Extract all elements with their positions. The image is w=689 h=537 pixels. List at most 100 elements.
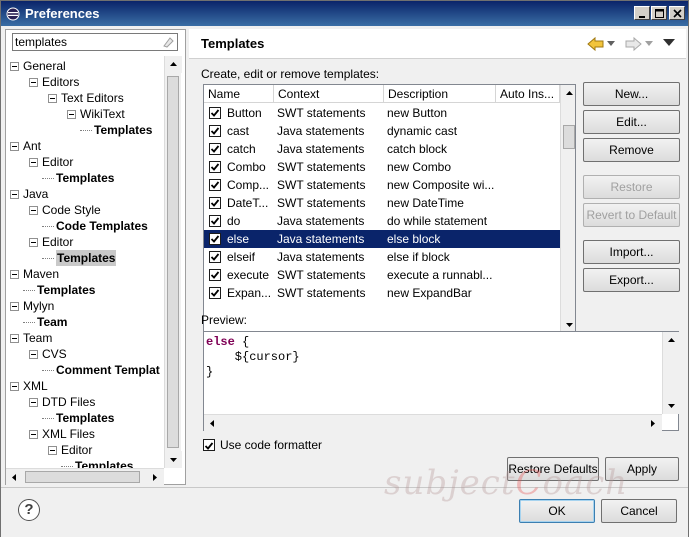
tree-collapse-toggle[interactable] bbox=[10, 190, 19, 199]
scroll-up-arrow[interactable] bbox=[663, 332, 680, 349]
table-row[interactable]: else Java statements else block bbox=[204, 230, 560, 248]
apply-button[interactable]: Apply bbox=[605, 457, 679, 481]
template-enabled-checkbox[interactable] bbox=[209, 215, 221, 227]
table-row[interactable]: Expan... SWT statements new ExpandBar bbox=[204, 284, 560, 302]
tree-collapse-toggle[interactable] bbox=[29, 238, 38, 247]
new-button[interactable]: New... bbox=[583, 82, 680, 106]
tree-collapse-toggle[interactable] bbox=[29, 430, 38, 439]
tree-item[interactable]: Editors bbox=[42, 74, 79, 90]
template-enabled-checkbox[interactable] bbox=[209, 197, 221, 209]
template-enabled-checkbox[interactable] bbox=[209, 269, 221, 281]
cancel-button[interactable]: Cancel bbox=[601, 499, 677, 523]
tree-item[interactable]: Editor bbox=[42, 234, 73, 250]
preview-vertical-scrollbar[interactable] bbox=[662, 332, 680, 414]
tree-item[interactable]: Java bbox=[23, 186, 48, 202]
tree-collapse-toggle[interactable] bbox=[29, 398, 38, 407]
restore-defaults-button[interactable]: Restore Defaults bbox=[507, 457, 599, 481]
tree-item[interactable]: Mylyn bbox=[23, 298, 54, 314]
tree-item[interactable]: Ant bbox=[23, 138, 41, 154]
close-button[interactable] bbox=[669, 6, 685, 20]
forward-menu-chevron-icon[interactable] bbox=[645, 41, 653, 47]
tree-item[interactable]: General bbox=[23, 58, 66, 74]
scroll-left-arrow[interactable] bbox=[204, 415, 221, 432]
tree-item[interactable]: Templates bbox=[56, 250, 117, 266]
tree-item[interactable]: Team bbox=[23, 330, 52, 346]
tree-collapse-toggle[interactable] bbox=[29, 78, 38, 87]
tree-collapse-toggle[interactable] bbox=[29, 206, 38, 215]
tree-collapse-toggle[interactable] bbox=[10, 334, 19, 343]
table-row[interactable]: do Java statements do while statement bbox=[204, 212, 560, 230]
table-row[interactable]: catch Java statements catch block bbox=[204, 140, 560, 158]
table-vertical-scrollbar[interactable] bbox=[560, 85, 575, 331]
tree-item[interactable]: Editor bbox=[61, 442, 92, 458]
tree-collapse-toggle[interactable] bbox=[10, 142, 19, 151]
filter-input[interactable] bbox=[15, 35, 155, 49]
table-row[interactable]: cast Java statements dynamic cast bbox=[204, 122, 560, 140]
template-enabled-checkbox[interactable] bbox=[209, 287, 221, 299]
tree-item[interactable]: Team bbox=[37, 314, 67, 330]
scroll-thumb[interactable] bbox=[167, 76, 179, 448]
revert-to-default-button[interactable]: Revert to Default bbox=[583, 203, 680, 227]
minimize-button[interactable] bbox=[634, 6, 650, 20]
scroll-thumb[interactable] bbox=[563, 125, 575, 149]
tree-collapse-toggle[interactable] bbox=[10, 302, 19, 311]
ok-button[interactable]: OK bbox=[519, 499, 595, 523]
scroll-up-arrow[interactable] bbox=[561, 85, 575, 102]
tree-item[interactable]: Templates bbox=[75, 458, 133, 468]
tree-collapse-toggle[interactable] bbox=[10, 382, 19, 391]
scroll-left-arrow[interactable] bbox=[6, 469, 23, 486]
tree-collapse-toggle[interactable] bbox=[48, 94, 57, 103]
restore-removed-button[interactable]: Restore Removed bbox=[583, 175, 680, 216]
back-menu-chevron-icon[interactable] bbox=[607, 41, 615, 47]
preview-horizontal-scrollbar[interactable] bbox=[204, 414, 662, 432]
filter-box[interactable] bbox=[12, 33, 178, 51]
tree-collapse-toggle[interactable] bbox=[10, 270, 19, 279]
tree-collapse-toggle[interactable] bbox=[29, 158, 38, 167]
tree-item[interactable]: Templates bbox=[56, 410, 114, 426]
tree-collapse-toggle[interactable] bbox=[10, 62, 19, 71]
scroll-right-arrow[interactable] bbox=[644, 415, 661, 432]
remove-button[interactable]: Remove bbox=[583, 138, 680, 162]
table-row[interactable]: elseif Java statements else if block bbox=[204, 248, 560, 266]
table-row[interactable]: DateT... SWT statements new DateTime bbox=[204, 194, 560, 212]
tree-item[interactable]: Templates bbox=[37, 282, 95, 298]
help-icon[interactable]: ? bbox=[18, 499, 40, 521]
maximize-button[interactable] bbox=[651, 6, 667, 20]
view-menu-icon[interactable] bbox=[663, 39, 675, 47]
template-enabled-checkbox[interactable] bbox=[209, 107, 221, 119]
back-arrow-icon[interactable] bbox=[587, 36, 605, 52]
export-button[interactable]: Export... bbox=[583, 268, 680, 292]
tree-item[interactable]: WikiText bbox=[80, 106, 125, 122]
tree-item[interactable]: Maven bbox=[23, 266, 59, 282]
tree-item[interactable]: Code Style bbox=[42, 202, 101, 218]
tree-collapse-toggle[interactable] bbox=[29, 350, 38, 359]
tree-item[interactable]: XML Files bbox=[42, 426, 95, 442]
scroll-down-arrow[interactable] bbox=[561, 316, 575, 331]
tree-item[interactable]: Editor bbox=[42, 154, 73, 170]
table-row[interactable]: execute SWT statements execute a runnabl..… bbox=[204, 266, 560, 284]
scroll-thumb[interactable] bbox=[25, 471, 140, 483]
scroll-down-arrow[interactable] bbox=[165, 451, 182, 468]
scroll-down-arrow[interactable] bbox=[663, 397, 680, 414]
template-enabled-checkbox[interactable] bbox=[209, 251, 221, 263]
tree-item[interactable]: Templates bbox=[94, 122, 152, 138]
preview-pane[interactable]: else { ${cursor} } bbox=[203, 331, 680, 432]
table-row[interactable]: Comp... SWT statements new Composite wi... bbox=[204, 176, 560, 194]
tree-item[interactable]: XML bbox=[23, 378, 48, 394]
template-enabled-checkbox[interactable] bbox=[209, 233, 221, 245]
column-header-description[interactable]: Description bbox=[384, 85, 496, 103]
scroll-up-arrow[interactable] bbox=[165, 56, 182, 73]
tree-item[interactable]: Text Editors bbox=[61, 90, 124, 106]
tree-item[interactable]: Templates bbox=[56, 170, 114, 186]
tree-vertical-scrollbar[interactable] bbox=[164, 56, 182, 468]
forward-arrow-icon[interactable] bbox=[624, 36, 642, 52]
tree-collapse-toggle[interactable] bbox=[48, 446, 57, 455]
template-enabled-checkbox[interactable] bbox=[209, 179, 221, 191]
table-row[interactable]: Button SWT statements new Button bbox=[204, 104, 560, 122]
clear-filter-icon[interactable] bbox=[161, 35, 175, 49]
scroll-right-arrow[interactable] bbox=[146, 469, 163, 486]
column-header-auto-insert[interactable]: Auto Ins... bbox=[496, 85, 560, 103]
column-header-name[interactable]: Name bbox=[204, 85, 274, 103]
table-row[interactable]: Combo SWT statements new Combo bbox=[204, 158, 560, 176]
tree-item[interactable]: CVS bbox=[42, 346, 67, 362]
